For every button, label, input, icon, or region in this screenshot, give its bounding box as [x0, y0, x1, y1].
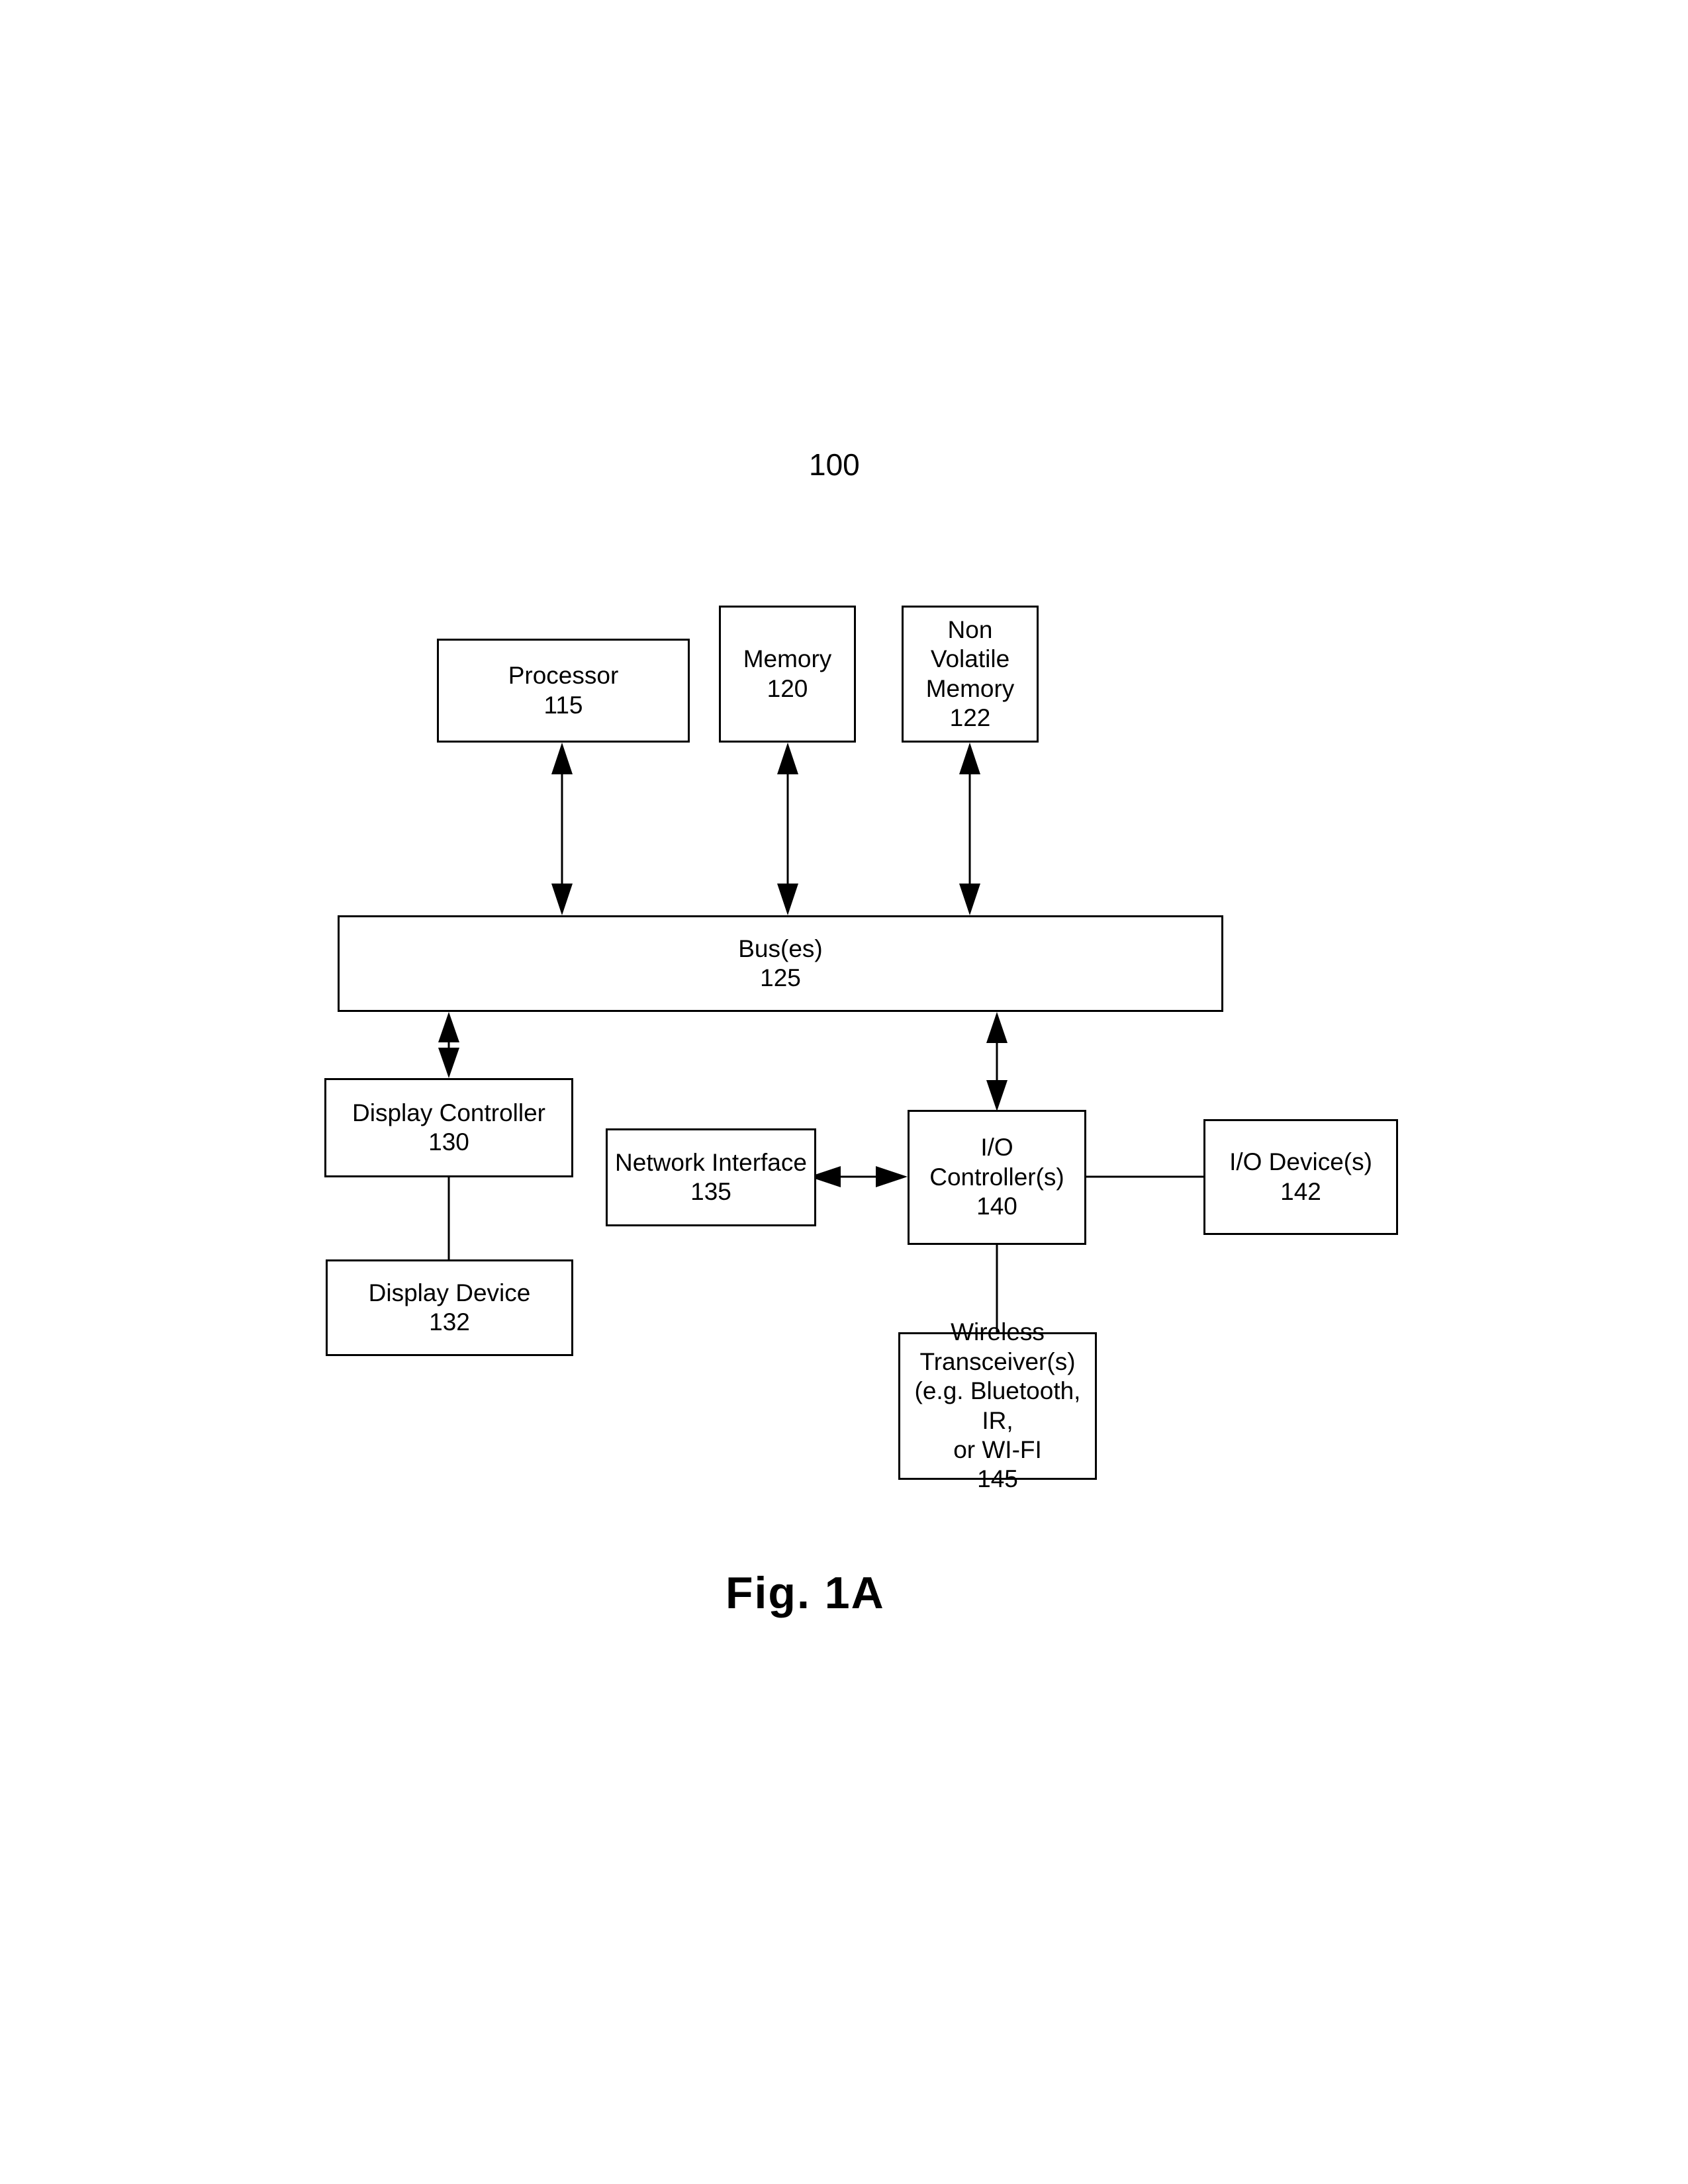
block-io-controller-label: I/O Controller(s) 140 — [929, 1134, 1064, 1220]
block-processor: Processor 115 — [437, 639, 690, 743]
block-memory-label: Memory 120 — [743, 645, 832, 702]
block-non-volatile-memory: Non Volatile Memory 122 — [902, 606, 1039, 743]
block-display-controller: Display Controller 130 — [324, 1078, 573, 1177]
connector-network-interface-io-controller — [809, 1166, 908, 1187]
block-display-device-label: Display Device 132 — [368, 1279, 531, 1336]
connector-layer — [438, 743, 1203, 1332]
block-network-interface-label: Network Interface 135 — [615, 1148, 807, 1205]
block-non-volatile-memory-label: Non Volatile Memory 122 — [925, 615, 1015, 731]
block-memory: Memory 120 — [719, 606, 856, 743]
block-display-controller-label: Display Controller 130 — [352, 1099, 545, 1156]
figure-caption: Fig. 1A — [726, 1568, 885, 1618]
block-network-interface: Network Interface 135 — [606, 1128, 816, 1226]
connector-bus-display-controller — [438, 1012, 459, 1078]
block-io-controller: I/O Controller(s) 140 — [908, 1110, 1086, 1245]
figure-reference-numeral: 100 — [809, 447, 860, 482]
block-buses: Bus(es) 125 — [338, 915, 1223, 1012]
block-display-device: Display Device 132 — [326, 1259, 573, 1356]
connector-bus-io-controller — [986, 1012, 1008, 1111]
block-processor-label: Processor 115 — [508, 662, 619, 719]
block-io-device: I/O Device(s) 142 — [1203, 1119, 1398, 1235]
connector-processor-bus — [551, 743, 573, 915]
block-wireless-transceiver-label: Wireless Transceiver(s) (e.g. Bluetooth,… — [914, 1318, 1081, 1493]
block-wireless-transceiver: Wireless Transceiver(s) (e.g. Bluetooth,… — [898, 1318, 1097, 1492]
block-buses-label: Bus(es) 125 — [738, 934, 823, 991]
patent-figure-page: 100 Processor 115 Memory 120 Non Volatil… — [0, 0, 1688, 2184]
connector-memory-bus — [777, 743, 798, 915]
connector-nonvolatile-memory-bus — [959, 743, 980, 915]
block-io-device-label: I/O Device(s) 142 — [1229, 1148, 1372, 1205]
